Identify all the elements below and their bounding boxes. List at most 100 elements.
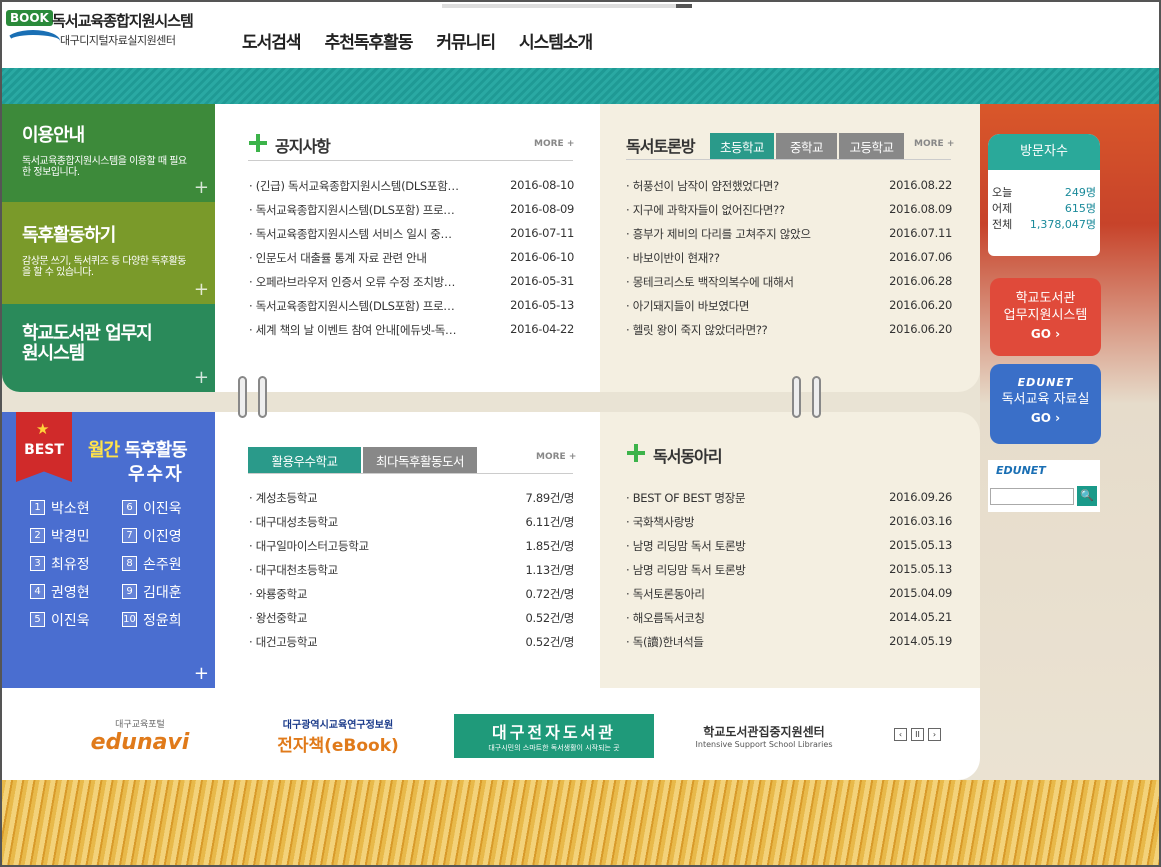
discussion-title[interactable]: 독서토론방 — [626, 133, 696, 157]
list-item[interactable]: 독서교육종합지원시스템(DLS포함) 프로… 2016-05-13 — [249, 298, 575, 322]
best-item[interactable]: 10 정윤희 — [122, 608, 214, 631]
plus-icon — [249, 134, 267, 152]
item-date: 2016.06.20 — [889, 322, 952, 336]
best-item[interactable]: 1 박소현 — [30, 496, 122, 519]
best-item[interactable]: 8 손주원 — [122, 552, 214, 575]
item-date: 2016.06.28 — [889, 274, 952, 288]
item-date: 2016-08-10 — [510, 178, 574, 192]
notice-title[interactable]: 공지사항 — [275, 133, 331, 157]
library-system-button[interactable]: 학교도서관 업무지원시스템 GO › — [990, 278, 1101, 356]
discussion-more-link[interactable]: MORE + — [914, 139, 954, 149]
best-item[interactable]: 7 이진영 — [122, 524, 214, 547]
rank-number: 1 — [30, 500, 45, 515]
list-item[interactable]: 흥부가 제비의 다리를 고쳐주지 않았으 2016.07.11 — [626, 226, 953, 250]
edunet-search-input[interactable] — [990, 488, 1074, 505]
list-item[interactable]: 몽테크리스토 백작의복수에 대해서 2016.06.28 — [626, 274, 953, 298]
list-item[interactable]: 세계 책의 날 이벤트 참여 안내[에듀넷-독… 2016-04-22 — [249, 322, 575, 346]
list-item[interactable]: (긴급) 독서교육종합지원시스템(DLS포함… 2016-08-10 — [249, 178, 575, 202]
go-label: GO › — [1030, 411, 1061, 425]
list-item[interactable]: 독(讀)한녀석들 2014.05.19 — [626, 634, 953, 658]
list-item[interactable]: BEST OF BEST 명장문 2016.09.26 — [626, 490, 953, 514]
search-button[interactable]: 🔍 — [1077, 486, 1097, 506]
list-item[interactable]: 계성초등학교 7.89건/명 — [249, 490, 575, 514]
best-item[interactable]: 4 권영현 — [30, 580, 122, 603]
list-item[interactable]: 인문도서 대출률 통계 자료 관련 안내 2016-06-10 — [249, 250, 575, 274]
list-item[interactable]: 해오름독서코칭 2014.05.21 — [626, 610, 953, 634]
banner-caption: 대구시민의 스마트한 독서생활이 시작되는 곳 — [488, 744, 620, 752]
banner-prev-button[interactable]: ‹ — [894, 728, 907, 741]
list-item[interactable]: 국화책사랑방 2016.03.16 — [626, 514, 953, 538]
divider — [626, 159, 951, 160]
list-item[interactable]: 바보이반이 현재?? 2016.07.06 — [626, 250, 953, 274]
list-item[interactable]: 대구일마이스터고등학교 1.85건/명 — [249, 538, 575, 562]
item-text: 국화책사랑방 — [626, 514, 695, 538]
banner-next-button[interactable]: › — [928, 728, 941, 741]
list-item[interactable]: 독서교육종합지원시스템 서비스 일시 중… 2016-07-11 — [249, 226, 575, 250]
list-item[interactable]: 대건고등학교 0.52건/명 — [249, 634, 575, 658]
list-item[interactable]: 독서토론동아리 2015.04.09 — [626, 586, 953, 610]
list-item[interactable]: 대구대천초등학교 1.13건/명 — [249, 562, 575, 586]
panel-reading-activity[interactable]: 독후활동하기 감상문 쓰기, 독서퀴즈 등 다양한 독후활동을 할 수 있습니다… — [2, 202, 215, 304]
best-item[interactable]: 6 이진욱 — [122, 496, 214, 519]
nav-community[interactable]: 커뮤니티 — [436, 28, 496, 53]
banner-edunavi[interactable]: 대구교육포털 edunavi — [60, 714, 220, 758]
tab-best-schools[interactable]: 활용우수학교 — [248, 447, 361, 473]
main-nav: 도서검색 추천독후활동 커뮤니티 시스템소개 — [242, 28, 593, 53]
banner-school-library-center[interactable]: 학교도서관집중지원센터 Intensive Support School Lib… — [674, 714, 854, 758]
banner-ebook[interactable]: 대구광역시교육연구정보원 전자책(eBook) — [248, 714, 428, 758]
item-text: 몽테크리스토 백작의복수에 대해서 — [626, 274, 794, 298]
list-item[interactable]: 오페라브라우저 인증서 오류 수정 조치방… 2016-05-31 — [249, 274, 575, 298]
item-text: 독서토론동아리 — [626, 586, 705, 610]
item-value: 7.89건/명 — [525, 491, 574, 505]
item-text: 지구에 과학자들이 없어진다면?? — [626, 202, 785, 226]
person-name: 박경민 — [51, 528, 90, 545]
list-item[interactable]: 왕선중학교 0.52건/명 — [249, 610, 575, 634]
panel-title: 이용안내 — [22, 125, 85, 146]
item-date: 2015.05.13 — [889, 538, 952, 552]
tab-elementary[interactable]: 초등학교 — [710, 133, 774, 159]
item-text: 와룡중학교 — [249, 586, 307, 610]
panel-usage-guide[interactable]: 이용안내 독서교육종합지원시스템을 이용할 때 필요한 정보입니다. + — [2, 104, 215, 202]
nav-book-search[interactable]: 도서검색 — [242, 28, 302, 53]
logo-title[interactable]: 독서교육종합지원시스템 — [52, 10, 194, 31]
list-item[interactable]: 남명 리딩맘 독서 토론방 2015.05.13 — [626, 562, 953, 586]
banner-e-library[interactable]: 대구전자도서관 대구시민의 스마트한 독서생활이 시작되는 곳 — [454, 714, 654, 758]
logo-badge[interactable]: BOOK — [6, 10, 53, 26]
item-text: 대구대성초등학교 — [249, 514, 338, 538]
tab-middle[interactable]: 중학교 — [776, 133, 837, 159]
item-value: 6.11건/명 — [525, 515, 574, 529]
item-text: 독서교육종합지원시스템 서비스 일시 중… — [249, 226, 452, 250]
list-item[interactable]: 지구에 과학자들이 없어진다면?? 2016.08.09 — [626, 202, 953, 226]
notice-more-link[interactable]: MORE + — [534, 139, 574, 149]
person-name: 이진욱 — [51, 612, 90, 629]
best-item[interactable]: 3 최유정 — [30, 552, 122, 575]
item-date: 2016-04-22 — [510, 322, 574, 336]
list-item[interactable]: 대구대성초등학교 6.11건/명 — [249, 514, 575, 538]
item-value: 1.13건/명 — [525, 563, 574, 577]
list-item[interactable]: 헬릿 왕이 죽지 않았더라면?? 2016.06.20 — [626, 322, 953, 346]
best-item[interactable]: 5 이진욱 — [30, 608, 122, 631]
list-item[interactable]: 아기돼지들이 바보였다면 2016.06.20 — [626, 298, 953, 322]
club-title[interactable]: 독서동아리 — [653, 443, 723, 467]
banner-label: edunavi — [90, 730, 190, 755]
visitor-row: 전체 1,378,047명 — [992, 216, 1096, 232]
nav-recommended-activity[interactable]: 추천독후활동 — [325, 28, 414, 53]
tab-high[interactable]: 고등학교 — [839, 133, 904, 159]
rank-number: 5 — [30, 612, 45, 627]
banner-pause-button[interactable]: II — [911, 728, 924, 741]
list-item[interactable]: 와룡중학교 0.72건/명 — [249, 586, 575, 610]
best-item[interactable]: 2 박경민 — [30, 524, 122, 547]
best-item[interactable]: 9 김대훈 — [122, 580, 214, 603]
tab-most-read-books[interactable]: 최다독후활동도서 — [363, 447, 477, 473]
best-subtitle: 우수자 — [128, 464, 184, 485]
nav-system-intro[interactable]: 시스템소개 — [519, 28, 593, 53]
edunet-reading-button[interactable]: EDUNET 독서교육 자료실 GO › — [990, 364, 1101, 444]
banner-caption: 대구광역시교육연구정보원 — [282, 720, 394, 731]
go-label: GO › — [1030, 327, 1061, 341]
list-item[interactable]: 허풍선이 남작이 얌전했었다면? 2016.08.22 — [626, 178, 953, 202]
list-item[interactable]: 독서교육종합지원시스템(DLS포함) 프로… 2016-08-09 — [249, 202, 575, 226]
list-item[interactable]: 남명 리딩맘 독서 토론방 2015.05.13 — [626, 538, 953, 562]
schools-more-link[interactable]: MORE + — [536, 452, 576, 462]
panel-library-system[interactable]: 학교도서관 업무지원시스템 + — [2, 304, 215, 392]
item-date: 2015.04.09 — [889, 586, 952, 600]
